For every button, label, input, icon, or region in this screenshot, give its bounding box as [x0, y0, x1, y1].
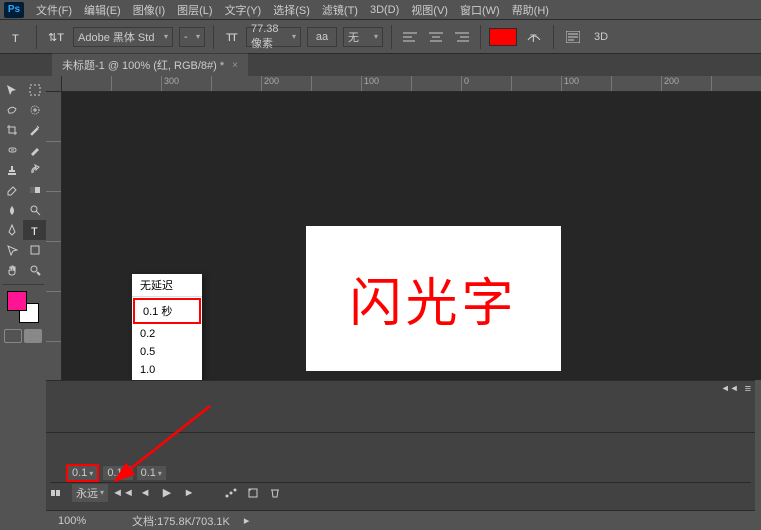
delay-option[interactable]: 1.0	[132, 361, 202, 379]
menu-edit[interactable]: 编辑(E)	[78, 2, 127, 18]
eyedropper-tool-icon[interactable]	[23, 120, 46, 140]
delay-option[interactable]: 2.0	[132, 379, 202, 380]
play-icon[interactable]: ▶	[160, 486, 174, 500]
canvas-text: 闪光字	[349, 261, 517, 336]
crop-tool-icon[interactable]	[0, 120, 23, 140]
color-swatches[interactable]	[7, 291, 39, 323]
frame-delay-menu: 无延迟 0.1 秒 0.2 0.5 1.0 2.0 5.0 10.0 其它...…	[132, 274, 202, 380]
foreground-color[interactable]	[7, 291, 27, 311]
convert-timeline-icon[interactable]	[50, 486, 64, 500]
svg-text:⇅T: ⇅T	[48, 32, 64, 44]
new-frame-icon[interactable]	[246, 486, 260, 500]
text-color-swatch[interactable]	[489, 28, 517, 46]
prev-frame-icon[interactable]: ◄	[138, 486, 152, 500]
delay-menu-header[interactable]: 无延迟	[132, 274, 202, 297]
menu-bar: Ps 文件(F) 编辑(E) 图像(I) 图层(L) 文字(Y) 选择(S) 滤…	[0, 0, 761, 20]
3d-button[interactable]: 3D	[590, 26, 612, 48]
warp-text-icon[interactable]: T	[523, 26, 545, 48]
menu-view[interactable]: 视图(V)	[405, 2, 454, 18]
svg-text:T: T	[530, 33, 537, 44]
paragraph-panel-icon[interactable]	[562, 26, 584, 48]
timeline-panel: ◄◄ ≡ 0.1▾ 0.1▾ 0.1▾ 永远▾ ◄◄ ◄ ▶ ► 100% 文档…	[46, 380, 755, 530]
dodge-tool-icon[interactable]	[23, 200, 46, 220]
document-tab-title: 未标题-1 @ 100% (红, RGB/8#) *	[62, 57, 224, 73]
frame-strip: 0.1▾ 0.1▾ 0.1▾	[50, 464, 751, 482]
doc-size: 文档:175.8K/703.1K	[132, 513, 230, 529]
loop-select[interactable]: 永远▾	[72, 484, 108, 502]
playback-row: 永远▾ ◄◄ ◄ ▶ ►	[50, 482, 751, 500]
menu-3d[interactable]: 3D(D)	[364, 4, 405, 16]
menu-help[interactable]: 帮助(H)	[506, 2, 555, 18]
delete-frame-icon[interactable]	[268, 486, 282, 500]
standard-mode-icon[interactable]	[4, 329, 22, 343]
status-bar: 100% 文档:175.8K/703.1K ▸	[46, 510, 755, 530]
panel-collapse-icon[interactable]: ◄◄	[721, 383, 739, 395]
document-canvas[interactable]: 闪光字	[306, 226, 561, 371]
menu-image[interactable]: 图像(I)	[127, 2, 171, 18]
stamp-tool-icon[interactable]	[0, 160, 23, 180]
font-size-input[interactable]: 77.38 像素▾	[246, 27, 301, 47]
vertical-ruler	[46, 92, 62, 380]
tween-icon[interactable]	[224, 486, 238, 500]
menu-filter[interactable]: 滤镜(T)	[316, 2, 364, 18]
zoom-tool-icon[interactable]	[23, 260, 46, 280]
quick-select-tool-icon[interactable]	[23, 100, 46, 120]
menu-type[interactable]: 文字(Y)	[219, 2, 268, 18]
history-brush-tool-icon[interactable]	[23, 160, 46, 180]
app-logo: Ps	[4, 2, 24, 18]
next-frame-icon[interactable]: ►	[182, 486, 196, 500]
path-select-tool-icon[interactable]	[0, 240, 23, 260]
lasso-tool-icon[interactable]	[0, 100, 23, 120]
svg-text:T: T	[12, 33, 19, 44]
delay-option[interactable]: 0.1 秒	[135, 300, 199, 322]
blur-tool-icon[interactable]	[0, 200, 23, 220]
menu-window[interactable]: 窗口(W)	[454, 2, 506, 18]
zoom-level[interactable]: 100%	[58, 515, 118, 527]
canvas-area: 3002001000100200300 闪光字 无延迟 0.1 秒 0.2 0.…	[46, 76, 761, 380]
anti-alias-select[interactable]: aa	[307, 27, 337, 47]
frame-delay-button[interactable]: 0.1▾	[137, 466, 166, 480]
move-tool-icon[interactable]	[0, 80, 23, 100]
close-tab-icon[interactable]: ×	[232, 60, 238, 71]
delay-option[interactable]: 0.2	[132, 325, 202, 343]
type-tool-icon[interactable]: T	[23, 220, 46, 240]
shape-tool-icon[interactable]	[23, 240, 46, 260]
marquee-tool-icon[interactable]	[23, 80, 46, 100]
menu-select[interactable]: 选择(S)	[267, 2, 316, 18]
orientation-toggle-icon[interactable]: ⇅T	[45, 26, 67, 48]
options-bar: T ⇅T Adobe 黑体 Std▾ -▾ TT 77.38 像素▾ aa 无▾…	[0, 20, 761, 54]
eraser-tool-icon[interactable]	[0, 180, 23, 200]
panel-menu-icon[interactable]: ≡	[745, 383, 751, 395]
ruler-corner	[46, 76, 62, 92]
brush-tool-icon[interactable]	[23, 140, 46, 160]
font-style-select[interactable]: -▾	[179, 27, 205, 47]
quickmask-mode-icon[interactable]	[24, 329, 42, 343]
healing-tool-icon[interactable]	[0, 140, 23, 160]
horizontal-ruler: 3002001000100200300	[62, 76, 761, 92]
align-center-icon[interactable]	[426, 27, 446, 47]
menu-layer[interactable]: 图层(L)	[171, 2, 218, 18]
first-frame-icon[interactable]: ◄◄	[116, 486, 130, 500]
delay-option[interactable]: 0.5	[132, 343, 202, 361]
document-tab[interactable]: 未标题-1 @ 100% (红, RGB/8#) * ×	[52, 53, 248, 76]
svg-text:T: T	[31, 226, 38, 236]
menu-file[interactable]: 文件(F)	[30, 2, 78, 18]
font-size-icon: TT	[222, 26, 244, 48]
align-right-icon[interactable]	[452, 27, 472, 47]
frame-delay-button[interactable]: 0.1▾	[103, 466, 132, 480]
hand-tool-icon[interactable]	[0, 260, 23, 280]
svg-text:T: T	[231, 32, 238, 44]
pen-tool-icon[interactable]	[0, 220, 23, 240]
frame-delay-button[interactable]: 0.1▾	[66, 464, 99, 482]
align-method-select[interactable]: 无▾	[343, 27, 383, 47]
toolbox: T	[0, 76, 46, 343]
font-family-select[interactable]: Adobe 黑体 Std▾	[73, 27, 173, 47]
document-tab-row: 未标题-1 @ 100% (红, RGB/8#) * ×	[0, 54, 761, 76]
align-left-icon[interactable]	[400, 27, 420, 47]
gradient-tool-icon[interactable]	[23, 180, 46, 200]
font-family-value: Adobe 黑体 Std	[78, 29, 154, 45]
status-more-icon[interactable]: ▸	[244, 514, 250, 527]
type-tool-icon: T	[6, 26, 28, 48]
